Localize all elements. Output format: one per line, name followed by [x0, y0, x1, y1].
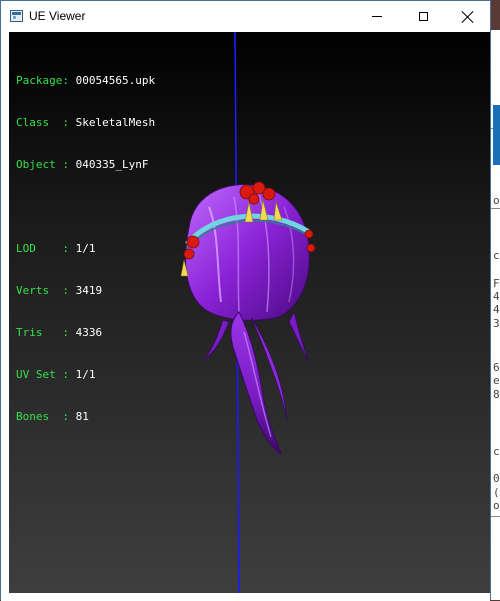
- 3d-viewport[interactable]: Package: 00054565.upk Class : SkeletalMe…: [9, 32, 490, 593]
- background-text: c: [493, 249, 500, 262]
- window-title: UE Viewer: [29, 9, 86, 23]
- background-text: 4: [493, 290, 500, 303]
- close-button[interactable]: [445, 1, 491, 32]
- info-row-package: Package: 00054565.upk: [16, 74, 156, 87]
- info-label: UV Set: [16, 368, 63, 381]
- minimize-button[interactable]: [354, 1, 400, 32]
- app-icon[interactable]: [10, 10, 23, 22]
- divider: [491, 516, 500, 517]
- background-blue-bar: [493, 105, 500, 165]
- background-text: o: [493, 499, 500, 512]
- divider: [491, 208, 500, 209]
- info-label: Object: [16, 158, 63, 171]
- info-row-class: Class : SkeletalMesh: [16, 116, 156, 129]
- info-label: Verts: [16, 284, 63, 297]
- background-text: 3: [493, 317, 500, 330]
- info-label: LOD: [16, 242, 63, 255]
- info-value: 00054565.upk: [75, 74, 156, 87]
- info-label: Class: [16, 116, 63, 129]
- minimize-icon: [372, 16, 382, 17]
- info-value: 4336: [75, 326, 103, 339]
- close-icon: [462, 11, 474, 23]
- mesh-info-panel: Package: 00054565.upk Class : SkeletalMe…: [16, 46, 155, 452]
- background-window: o c F 4 4 3 6 e 8 c 0 ( o: [490, 30, 500, 600]
- info-row-lod: LOD : 1/1: [16, 242, 96, 255]
- maximize-icon: [418, 12, 428, 21]
- info-row-verts: Verts : 3419: [16, 284, 103, 297]
- background-text: e: [493, 374, 500, 387]
- background-text: (: [493, 486, 500, 499]
- background-text: o: [493, 194, 500, 207]
- background-text: 4: [493, 303, 500, 316]
- info-value: 81: [75, 410, 89, 423]
- maximize-button[interactable]: [400, 1, 446, 32]
- background-text: F: [493, 277, 500, 290]
- ue-viewer-window[interactable]: UE Viewer Package: 00054565.upk Class : …: [0, 0, 491, 601]
- info-row-uvset: UV Set : 1/1: [16, 368, 96, 381]
- info-row-bones: Bones : 81: [16, 410, 89, 423]
- title-bar[interactable]: UE Viewer: [1, 1, 490, 32]
- info-label: Package: [16, 74, 63, 87]
- hair-dome: [185, 184, 310, 321]
- background-text: c: [493, 445, 500, 458]
- info-row-object: Object : 040335_LynF: [16, 158, 149, 171]
- info-row-tris: Tris : 4336: [16, 326, 103, 339]
- info-value: 040335_LynF: [75, 158, 149, 171]
- info-value: SkeletalMesh: [75, 116, 156, 129]
- info-label: Tris: [16, 326, 63, 339]
- info-value: 1/1: [75, 368, 96, 381]
- info-value: 1/1: [75, 242, 96, 255]
- info-label: Bones: [16, 410, 63, 423]
- background-text: 8: [493, 388, 500, 401]
- background-text: 0: [493, 472, 500, 485]
- hair-mesh-model[interactable]: [159, 172, 329, 462]
- info-value: 3419: [75, 284, 103, 297]
- hair-ponytail: [230, 311, 282, 456]
- background-text: 6: [493, 361, 500, 374]
